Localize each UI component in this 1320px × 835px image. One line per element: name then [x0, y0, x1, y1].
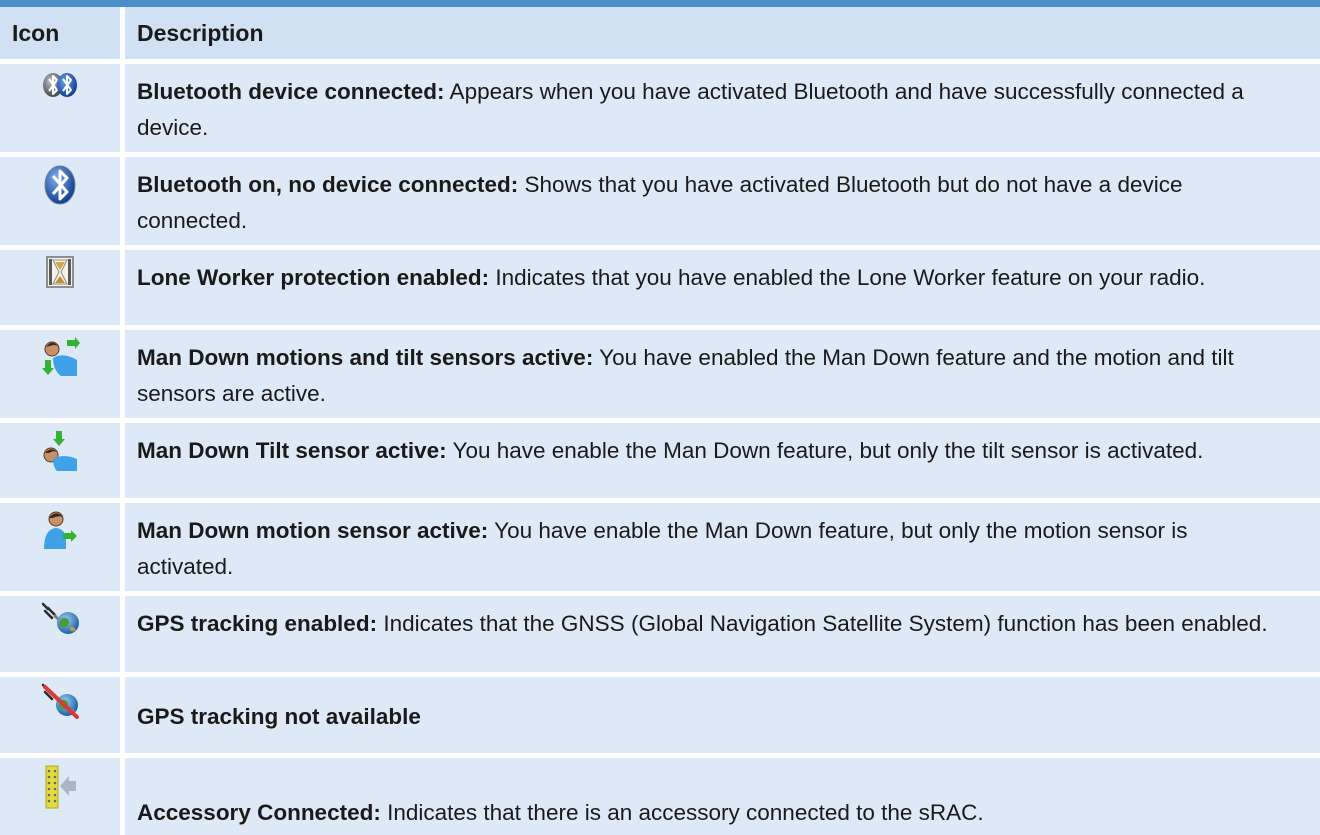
row-term: Accessory Connected: — [137, 800, 381, 825]
row-term: GPS tracking enabled: — [137, 611, 378, 636]
table-row: Man Down motions and tilt sensors active… — [0, 325, 1320, 418]
row-term: Lone Worker protection enabled: — [137, 265, 490, 290]
row-description: Indicates that the GNSS (Global Navigati… — [377, 611, 1268, 636]
row-description: Indicates that there is an accessory con… — [380, 800, 984, 825]
gps-satellite-globe-icon — [41, 602, 79, 634]
accessory-connected-icon — [45, 765, 76, 809]
top-accent-bar — [0, 0, 1320, 7]
table-row: GPS tracking not available — [0, 672, 1320, 753]
table-row: Man Down Tilt sensor active: You have en… — [0, 418, 1320, 498]
column-header-icon: Icon — [0, 7, 120, 59]
man-down-motion-tilt-icon — [42, 337, 80, 376]
row-term: GPS tracking not available — [137, 703, 421, 729]
row-term: Man Down Tilt sensor active: — [137, 438, 447, 463]
row-description: You have enable the Man Down feature, bu… — [446, 438, 1204, 463]
table-header-row: Icon Description — [0, 7, 1320, 59]
gps-unavailable-icon — [41, 683, 79, 719]
row-description: Indicates that you have enabled the Lone… — [489, 265, 1206, 290]
bluetooth-connected-icon — [43, 73, 77, 97]
table-row: Lone Worker protection enabled: Indicate… — [0, 245, 1320, 325]
row-term: Man Down motion sensor active: — [137, 518, 489, 543]
hourglass-icon — [46, 256, 74, 288]
table-row: GPS tracking enabled: Indicates that the… — [0, 591, 1320, 672]
table-row: Accessory Connected: Indicates that ther… — [0, 753, 1320, 835]
column-header-description: Description — [120, 7, 1320, 59]
man-down-tilt-icon — [43, 431, 77, 471]
row-term: Man Down motions and tilt sensors active… — [137, 345, 594, 370]
table-row: Bluetooth on, no device connected: Shows… — [0, 152, 1320, 245]
bluetooth-on-icon — [44, 165, 76, 205]
row-term: Bluetooth device connected: — [137, 79, 445, 104]
table-row: Bluetooth device connected: Appears when… — [0, 59, 1320, 152]
man-down-motion-icon — [44, 511, 77, 549]
table-row: Man Down motion sensor active: You have … — [0, 498, 1320, 591]
icon-legend-table: Icon Description Bluetooth device connec… — [0, 7, 1320, 835]
row-term: Bluetooth on, no device connected: — [137, 172, 519, 197]
